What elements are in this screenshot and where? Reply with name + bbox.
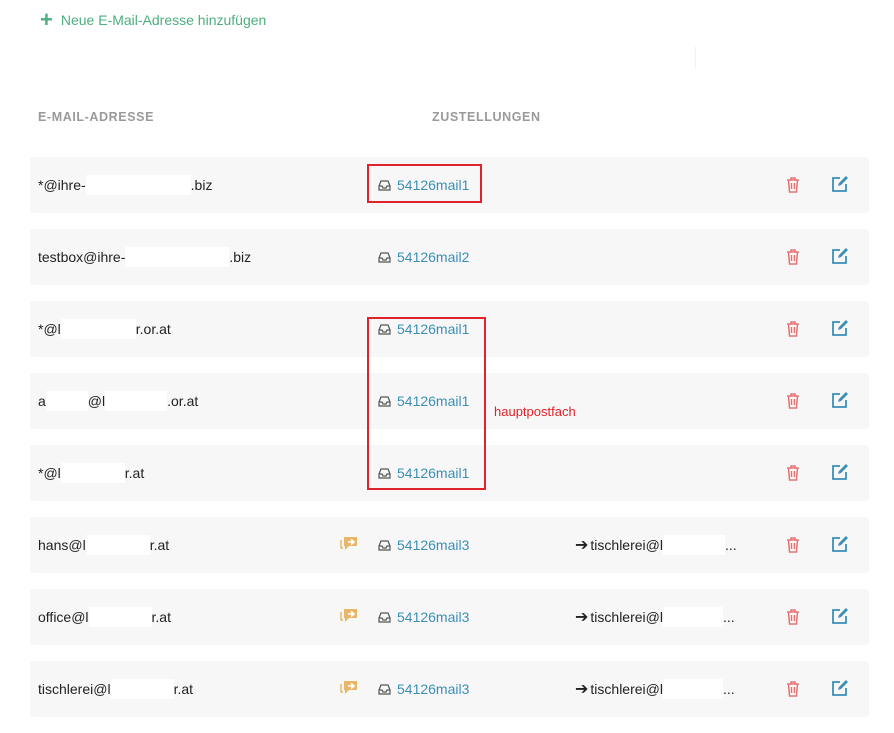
redaction — [60, 319, 136, 339]
forward-address: tischlerei@l — [590, 681, 663, 697]
inbox-icon — [378, 539, 391, 551]
email-address: office@l r.at — [38, 589, 171, 645]
edit-icon[interactable] — [831, 247, 849, 265]
redaction — [662, 535, 725, 555]
add-email-address-link[interactable]: + Neue E-Mail-Adresse hinzufügen — [40, 7, 267, 32]
forward-chat-icon — [340, 609, 357, 622]
forward-target: ➔ tischlerei@l... — [575, 589, 735, 645]
plus-icon: + — [40, 7, 53, 32]
arrow-right-icon: ➔ — [575, 537, 589, 554]
email-text-suffix: r.at — [124, 465, 145, 481]
edit-icon[interactable] — [831, 391, 849, 409]
email-address: *@ihre- .biz — [38, 157, 212, 213]
delivery-mailbox-label: 54126mail3 — [397, 537, 470, 553]
trash-icon[interactable] — [785, 176, 801, 193]
email-address: tischlerei@l r.at — [38, 661, 193, 717]
redaction — [662, 607, 723, 627]
email-text-prefix: tischlerei@l — [38, 681, 111, 697]
forward-chat-icon — [340, 537, 357, 550]
forward-chat-icon — [340, 681, 357, 694]
email-text-prefix: *@l — [38, 321, 61, 337]
redaction — [60, 463, 125, 483]
trash-icon[interactable] — [785, 680, 801, 697]
email-text-prefix: testbox@ihre- — [38, 249, 126, 265]
redaction — [85, 535, 150, 555]
redaction — [110, 679, 174, 699]
column-header-email: E-MAIL-ADRESSE — [38, 110, 155, 124]
inbox-icon — [378, 251, 391, 263]
forward-address: tischlerei@l — [590, 609, 663, 625]
email-text-suffix: r.at — [149, 537, 170, 553]
email-text-suffix: r.or.at — [135, 321, 171, 337]
delivery-mailbox-label: 54126mail2 — [397, 249, 470, 265]
arrow-right-icon: ➔ — [575, 609, 589, 626]
highlight-box-group — [367, 317, 486, 490]
redaction — [125, 247, 230, 267]
delivery-mailbox-label: 54126mail3 — [397, 609, 470, 625]
column-header-deliveries: ZUSTELLUNGEN — [432, 110, 541, 124]
forward-ellipsis: ... — [722, 609, 735, 625]
email-address: *@l r.or.at — [38, 301, 171, 357]
inbox-icon — [378, 683, 391, 695]
email-address: testbox@ihre- .biz — [38, 229, 251, 285]
delivery-mailbox-link[interactable]: 54126mail3 — [378, 589, 469, 645]
email-text-prefix: office@l — [38, 609, 89, 625]
edit-icon[interactable] — [831, 535, 849, 553]
forward-target: ➔ tischlerei@l... — [575, 517, 737, 573]
delivery-mailbox-link[interactable]: 54126mail3 — [378, 517, 469, 573]
delivery-mailbox-label: 54126mail3 — [397, 681, 470, 697]
annotation-note: hauptpostfach — [494, 404, 576, 419]
forward-address: tischlerei@l — [590, 537, 663, 553]
table-row: office@l r.at 54126mail3 ➔ tischlerei@l..… — [30, 589, 869, 645]
arrow-right-icon: ➔ — [575, 681, 589, 698]
email-text-suffix: r.at — [173, 681, 194, 697]
trash-icon[interactable] — [785, 320, 801, 337]
divider — [695, 46, 696, 68]
delivery-mailbox-link[interactable]: 54126mail3 — [378, 661, 469, 717]
email-text-prefix: a — [38, 393, 46, 409]
email-address: hans@l r.at — [38, 517, 169, 573]
edit-icon[interactable] — [831, 175, 849, 193]
delivery-mailbox-link[interactable]: 54126mail2 — [378, 229, 469, 285]
trash-icon[interactable] — [785, 248, 801, 265]
table-row: tischlerei@l r.at 54126mail3 ➔ tischlerei… — [30, 661, 869, 717]
table-row: hans@l r.at 54126mail3 ➔ tischlerei@l... — [30, 517, 869, 573]
redaction — [88, 607, 152, 627]
email-text-prefix: *@l — [38, 465, 61, 481]
redaction — [85, 175, 191, 195]
email-text-suffix: .or.at — [167, 393, 199, 409]
redaction — [105, 391, 168, 411]
email-address: a @l .or.at — [38, 373, 198, 429]
forward-ellipsis: ... — [722, 681, 735, 697]
trash-icon[interactable] — [785, 464, 801, 481]
email-text-middle: @l — [87, 393, 106, 409]
trash-icon[interactable] — [785, 608, 801, 625]
trash-icon[interactable] — [785, 536, 801, 553]
add-email-address-label: Neue E-Mail-Adresse hinzufügen — [60, 12, 267, 28]
redaction — [45, 391, 88, 411]
email-text-suffix: r.at — [151, 609, 171, 625]
forward-target: ➔ tischlerei@l... — [575, 661, 735, 717]
edit-icon[interactable] — [831, 463, 849, 481]
table-row: testbox@ihre- .biz 54126mail2 — [30, 229, 869, 285]
inbox-icon — [378, 611, 391, 623]
edit-icon[interactable] — [831, 679, 849, 697]
edit-icon[interactable] — [831, 607, 849, 625]
email-text-prefix: hans@l — [38, 537, 86, 553]
email-text-suffix: .biz — [229, 249, 252, 265]
redaction — [662, 679, 723, 699]
email-address: *@l r.at — [38, 445, 144, 501]
forward-ellipsis: ... — [724, 537, 737, 553]
email-text-prefix: *@ihre- — [38, 177, 86, 193]
trash-icon[interactable] — [785, 392, 801, 409]
email-text-suffix: .biz — [190, 177, 213, 193]
edit-icon[interactable] — [831, 319, 849, 337]
highlight-box-single — [367, 164, 482, 203]
